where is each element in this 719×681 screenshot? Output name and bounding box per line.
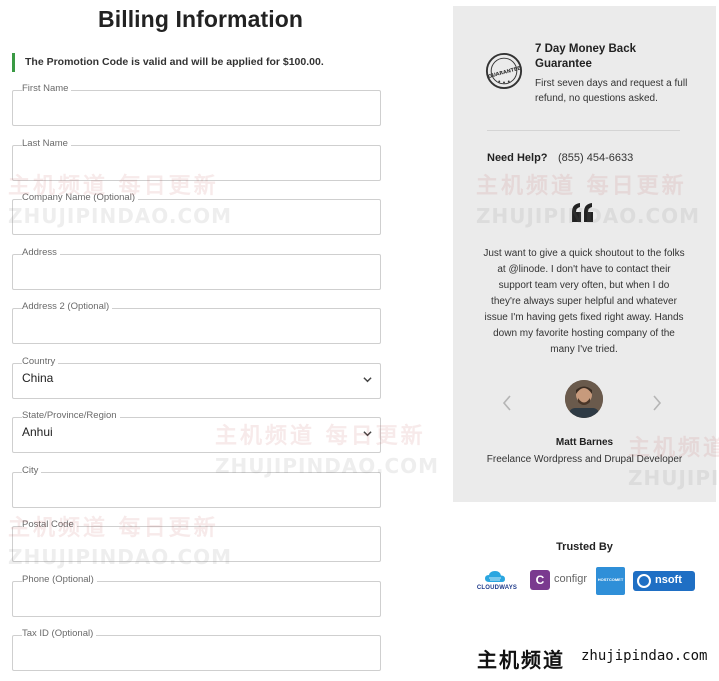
chevron-down-icon	[363, 375, 372, 384]
hostcomet-text: HOSTCOMET	[597, 577, 624, 582]
state-label: State/Province/Region	[22, 410, 120, 422]
address2-label: Address 2 (Optional)	[22, 301, 113, 313]
tax-id-field[interactable]: Tax ID (Optional)	[12, 628, 381, 671]
company-name-field[interactable]: Company Name (Optional)	[12, 192, 381, 235]
address2-field[interactable]: Address 2 (Optional)	[12, 301, 381, 344]
info-panel: GUARANTEE 7 Day Money Back Guarantee Fir…	[453, 6, 716, 502]
address-label: Address	[22, 247, 60, 259]
promo-message: The Promotion Code is valid and will be …	[12, 53, 324, 72]
company-name-label: Company Name (Optional)	[22, 192, 138, 204]
last-name-field[interactable]: Last Name	[12, 138, 381, 181]
nsoft-text: nsoft	[655, 574, 682, 586]
cloudways-logo: CLOUDWAYS	[475, 569, 519, 593]
state-select[interactable]: State/Province/Region Anhui	[12, 410, 381, 453]
configr-text: configr	[554, 573, 588, 585]
state-value: Anhui	[22, 425, 53, 439]
guarantee-description: First seven days and request a full refu…	[535, 78, 688, 104]
panel-divider	[487, 130, 680, 131]
last-name-label: Last Name	[22, 138, 71, 150]
billing-form: Billing Information The Promotion Code i…	[0, 0, 395, 681]
chevron-down-icon	[363, 429, 372, 438]
tax-id-label: Tax ID (Optional)	[22, 628, 97, 640]
site-name-en: zhujipindao.com	[581, 648, 708, 664]
country-value: China	[22, 371, 54, 385]
phone-label: Phone (Optional)	[22, 574, 97, 586]
site-watermark-bar: 主机频道 zhujipindao.com	[465, 636, 719, 681]
need-help-label: Need Help?	[487, 152, 548, 164]
guarantee-title: 7 Day Money Back Guarantee	[535, 43, 636, 70]
nsoft-logo: nsoft	[633, 571, 695, 591]
avatar	[565, 380, 603, 418]
site-name-cn: 主机频道	[477, 648, 565, 672]
first-name-label: First Name	[22, 83, 72, 95]
guarantee-badge-icon: GUARANTEE	[485, 52, 523, 90]
quote-icon	[570, 202, 596, 224]
postal-code-label: Postal Code	[22, 519, 77, 531]
hostcomet-logo: HOSTCOMET	[596, 567, 625, 595]
trusted-by-heading: Trusted By	[556, 541, 613, 553]
country-label: Country	[22, 356, 59, 368]
arrow-right-icon[interactable]	[651, 394, 663, 412]
configr-mark: C	[530, 570, 550, 590]
configr-logo: C configr	[530, 570, 590, 592]
testimonial-quote: Just want to give a quick shoutout to th…	[483, 248, 685, 355]
arrow-left-icon[interactable]	[501, 394, 513, 412]
postal-code-field[interactable]: Postal Code	[12, 519, 381, 562]
page-title: Billing Information	[98, 6, 304, 32]
phone-field[interactable]: Phone (Optional)	[12, 574, 381, 617]
city-label: City	[22, 465, 42, 477]
country-select[interactable]: Country China	[12, 356, 381, 399]
testimonial-author: Matt Barnes	[555, 437, 614, 448]
nsoft-mark-icon	[637, 574, 651, 588]
city-field[interactable]: City	[12, 465, 381, 508]
address-field[interactable]: Address	[12, 247, 381, 290]
help-phone[interactable]: (855) 454-6633	[558, 152, 633, 164]
first-name-field[interactable]: First Name	[12, 83, 381, 126]
cloudways-text: CLOUDWAYS	[476, 585, 518, 591]
trusted-logos: CLOUDWAYS C configr HOSTCOMET nsoft	[453, 566, 716, 598]
testimonial-author-role: Freelance Wordpress and Drupal Developer	[486, 454, 683, 465]
